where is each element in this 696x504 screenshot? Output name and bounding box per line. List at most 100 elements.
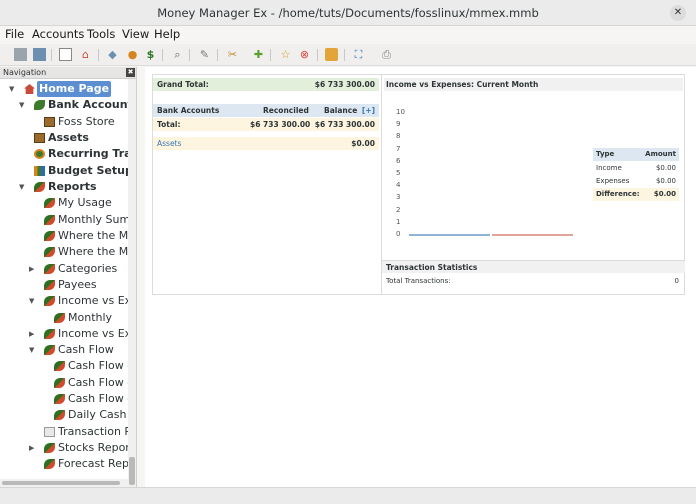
expand-arrow-icon[interactable]: ▶ (29, 261, 34, 277)
document-icon (44, 427, 55, 437)
report-icon (54, 361, 65, 371)
collapse-arrow-icon[interactable]: ▼ (9, 81, 14, 97)
menu-file[interactable]: File (5, 27, 24, 41)
report-icon (44, 459, 55, 469)
collapse-arrow-icon[interactable]: ▼ (29, 342, 34, 358)
add-transaction-icon[interactable]: ✚ (252, 48, 265, 61)
nav-item-cash-flow[interactable]: ▼ Cash Flow (0, 342, 128, 358)
toolbar-separator (317, 49, 318, 61)
nav-item-foss-store[interactable]: Foss Store (0, 114, 128, 130)
nav-item-label: My Usage (58, 196, 112, 209)
toolbar-separator (162, 49, 163, 61)
nav-item-recurring-transactions[interactable]: Recurring Transactions (0, 146, 136, 162)
bar-expenses (492, 234, 573, 236)
bank-total-row: Total: $6 733 300.00 $6 733 300.00 (153, 118, 379, 131)
menu-view[interactable]: View (122, 27, 149, 41)
menu-help[interactable]: Help (154, 27, 180, 41)
collapse-arrow-icon[interactable]: ▼ (19, 179, 24, 195)
menu-bar: File Accounts Tools View Help (0, 26, 696, 44)
collapse-arrow-icon[interactable]: ▼ (29, 293, 34, 309)
type-column-header: Type (596, 150, 615, 158)
nav-item-forecast-report[interactable]: Forecast Report (0, 456, 136, 472)
expand-toggle[interactable]: [+] (362, 104, 375, 117)
fullscreen-icon[interactable]: ⛶ (352, 48, 365, 61)
organize-icon[interactable]: ✎ (198, 48, 211, 61)
y-axis-tick-label: 10 (396, 108, 405, 116)
print-icon[interactable]: ⎙ (380, 48, 393, 61)
nav-item-label: Foss Store (58, 115, 115, 128)
nav-item-daily-cash-flow[interactable]: Daily Cash Flow (0, 407, 136, 423)
reports-icon[interactable] (325, 48, 338, 61)
nav-item-label: Transaction Report (58, 425, 136, 438)
nav-item-my-usage[interactable]: My Usage (0, 195, 128, 211)
report-icon (44, 215, 55, 225)
total-label: Total: (157, 120, 181, 129)
nav-item-label: Forecast Report (58, 457, 137, 470)
navigation-close-button[interactable]: ✖ (126, 68, 135, 77)
nav-item-label: Budget Setup (48, 164, 133, 177)
y-axis-tick-label: 1 (396, 217, 401, 226)
grand-total-value: $6 733 300.00 (314, 80, 375, 89)
nav-item-cash-flow-1[interactable]: Cash Flow - (0, 358, 132, 374)
window-close-button[interactable]: ✕ (670, 5, 686, 21)
menu-accounts[interactable]: Accounts (32, 27, 84, 41)
help-icon[interactable]: ⊗ (298, 48, 311, 61)
toolbar-separator (51, 49, 52, 61)
nav-item-cash-flow-3[interactable]: Cash Flow - (0, 391, 132, 407)
report-icon (44, 264, 55, 274)
nav-item-transaction-report[interactable]: Transaction Report (0, 424, 136, 440)
nav-item-label: Monthly Summary (58, 213, 136, 226)
toolbar-separator (270, 49, 271, 61)
nav-item-monthly[interactable]: Monthly (0, 310, 128, 326)
y-axis-tick-label: 6 (396, 156, 401, 165)
menu-tools[interactable]: Tools (87, 27, 115, 41)
navigation-panel: Navigation ✖ ▼ Home Page ▼ Bank Accounts… (0, 67, 137, 487)
expand-arrow-icon[interactable]: ▶ (29, 326, 34, 342)
nav-item-monthly-summary[interactable]: Monthly Summary (0, 212, 136, 228)
amount-column-header: Amount (645, 150, 676, 158)
currency-icon[interactable]: $ (144, 48, 157, 61)
total-transactions-value: 0 (674, 277, 679, 285)
nav-item-payees[interactable]: Payees (0, 277, 128, 293)
favorite-icon[interactable]: ☆ (279, 48, 292, 61)
payee-icon[interactable]: ● (126, 48, 139, 61)
nav-item-bank-accounts[interactable]: ▼ Bank Accounts (0, 97, 136, 113)
expand-arrow-icon[interactable]: ▶ (29, 440, 34, 456)
assets-link[interactable]: Assets (157, 137, 181, 150)
total-transactions-label: Total Transactions: (386, 277, 451, 285)
toolbar-separator (98, 49, 99, 61)
scrollbar-thumb[interactable] (2, 481, 120, 485)
nav-item-label: Categories (58, 262, 118, 275)
nav-item-stocks-report[interactable]: ▶ Stocks Report (0, 440, 134, 456)
nav-item-cash-flow-2[interactable]: Cash Flow - (0, 375, 131, 391)
navigation-horizontal-scrollbar[interactable] (0, 479, 128, 487)
toolbar: ⌂ ◆ ● $ ⌕ ✎ ✂ ✚ ☆ ⊗ ⛶ ⎙ (0, 44, 696, 66)
nav-item-label: Cash Flow - (68, 392, 132, 405)
nav-item-categories[interactable]: ▶ Categories (0, 261, 128, 277)
home-icon[interactable]: ⌂ (79, 48, 92, 61)
nav-item-where-money-comes-from[interactable]: Where the Money Comes From (0, 244, 136, 260)
nav-item-income-vs-expenses[interactable]: ▼ Income vs Expenses (0, 293, 136, 309)
income-value: $0.00 (655, 164, 676, 172)
nav-item-budget-setup[interactable]: Budget Setup (0, 163, 133, 179)
collapse-arrow-icon[interactable]: ▼ (19, 97, 24, 113)
y-axis-tick-label: 8 (396, 132, 401, 141)
home-icon (24, 84, 35, 94)
nav-item-income-vs-expenses-2[interactable]: ▶ Income vs Expenses (0, 326, 136, 342)
search-icon[interactable]: ⌕ (171, 48, 184, 61)
scrollbar-thumb[interactable] (129, 457, 135, 485)
open-database-icon[interactable] (33, 48, 46, 61)
tag-icon[interactable]: ◆ (106, 48, 119, 61)
navigation-vertical-scrollbar[interactable] (128, 79, 136, 487)
account-icon (44, 117, 55, 127)
expenses-row: Expenses $0.00 (593, 175, 679, 188)
nav-item-assets[interactable]: Assets (0, 130, 128, 146)
nav-item-where-money-goes[interactable]: Where the Money Goes (0, 228, 136, 244)
nav-item-label: Cash Flow - (68, 359, 132, 372)
new-database-icon[interactable] (14, 48, 27, 61)
new-file-icon[interactable] (59, 48, 72, 61)
nav-item-reports[interactable]: ▼ Reports (0, 179, 128, 195)
y-axis-tick-label: 2 (396, 205, 401, 214)
cut-icon[interactable]: ✂ (226, 48, 239, 61)
nav-item-home-page[interactable]: ▼ Home Page (0, 81, 128, 97)
